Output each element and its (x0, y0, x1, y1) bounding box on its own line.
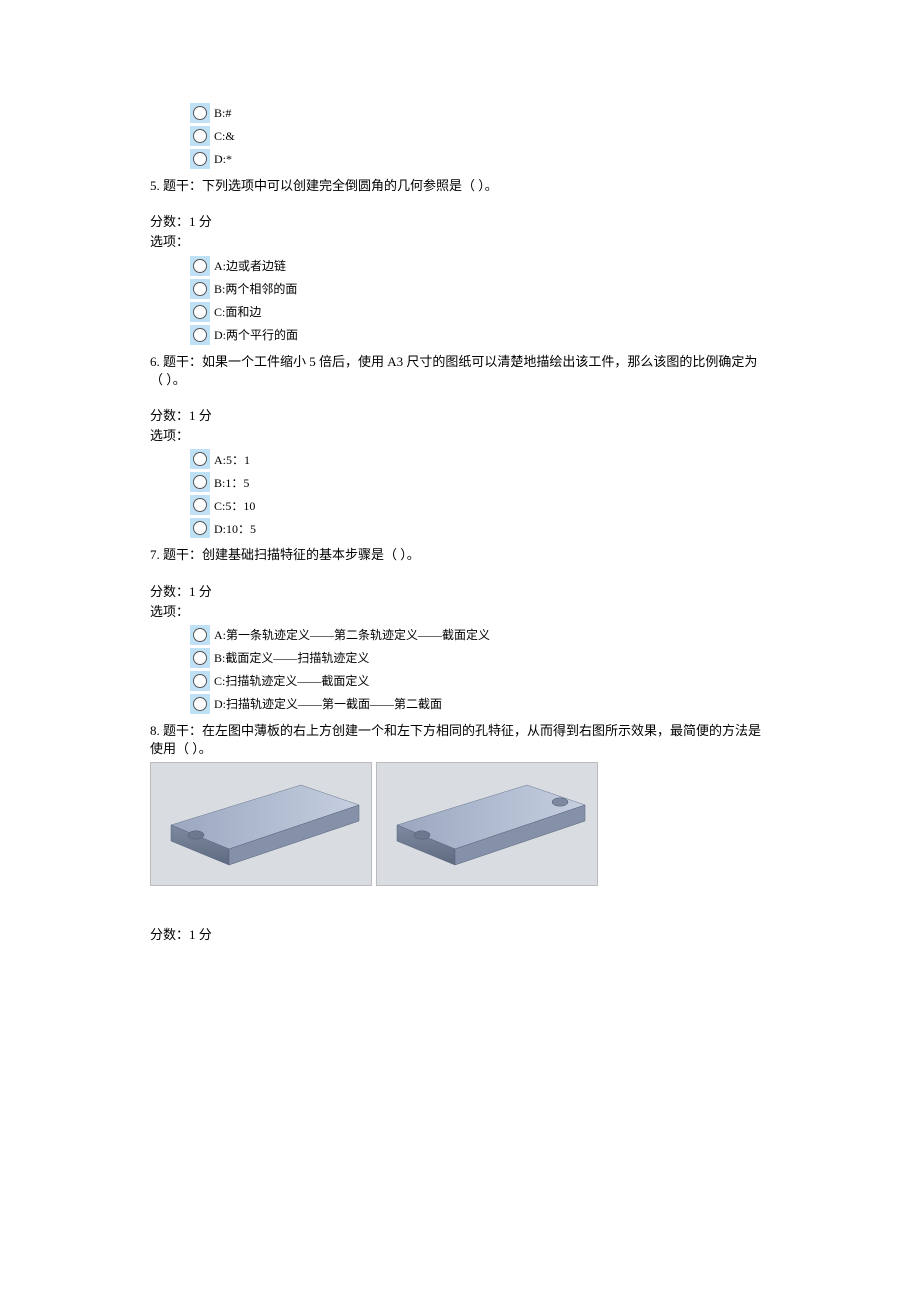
option-label: B:两个相邻的面 (214, 281, 297, 299)
option-label: A:第一条轨迹定义——第二条轨迹定义——截面定义 (214, 627, 490, 645)
option-label: C:面和边 (214, 304, 261, 322)
option-label: C:& (214, 128, 235, 146)
option-label: A:5：1 (214, 452, 250, 470)
radio-icon[interactable] (190, 302, 210, 322)
option-row: C:扫描轨迹定义——截面定义 (190, 671, 770, 691)
q8-figure-row (150, 762, 770, 886)
option-row: D:两个平行的面 (190, 325, 770, 345)
radio-icon[interactable] (190, 149, 210, 169)
radio-icon[interactable] (190, 472, 210, 492)
q7-options: A:第一条轨迹定义——第二条轨迹定义——截面定义 B:截面定义——扫描轨迹定义 … (150, 625, 770, 714)
q6-stem: 6. 题干：如果一个工件缩小 5 倍后，使用 A3 尺寸的图纸可以清楚地描绘出该… (150, 353, 770, 389)
option-row: D:扫描轨迹定义——第一截面——第二截面 (190, 694, 770, 714)
radio-icon[interactable] (190, 256, 210, 276)
option-row: C:& (190, 126, 770, 146)
option-row: B:# (190, 103, 770, 123)
option-row: A:边或者边链 (190, 256, 770, 276)
radio-icon[interactable] (190, 495, 210, 515)
option-row: C:5：10 (190, 495, 770, 515)
q6-score: 分数：1 分 (150, 407, 770, 425)
option-row: D:10：5 (190, 518, 770, 538)
q8-figure-right (376, 762, 598, 886)
q5-stem: 5. 题干：下列选项中可以创建完全倒圆角的几何参照是（ ）。 (150, 177, 770, 195)
radio-icon[interactable] (190, 449, 210, 469)
plate-right-svg (377, 763, 597, 885)
q6-options: A:5：1 B:1：5 C:5：10 D:10：5 (150, 449, 770, 538)
option-label: D:10：5 (214, 521, 256, 539)
radio-icon[interactable] (190, 325, 210, 345)
option-row: B:1：5 (190, 472, 770, 492)
option-label: D:* (214, 151, 232, 169)
q5-score: 分数：1 分 (150, 213, 770, 231)
option-label: D:两个平行的面 (214, 327, 298, 345)
option-row: A:第一条轨迹定义——第二条轨迹定义——截面定义 (190, 625, 770, 645)
option-label: D:扫描轨迹定义——第一截面——第二截面 (214, 696, 442, 714)
option-label: B:# (214, 105, 231, 123)
radio-icon[interactable] (190, 694, 210, 714)
plate-left-svg (151, 763, 371, 885)
q7-stem: 7. 题干：创建基础扫描特征的基本步骤是（ ）。 (150, 546, 770, 564)
q7-options-header: 选项： (150, 603, 770, 621)
radio-icon[interactable] (190, 671, 210, 691)
radio-icon[interactable] (190, 103, 210, 123)
radio-icon[interactable] (190, 518, 210, 538)
radio-icon[interactable] (190, 648, 210, 668)
q8-figure-left (150, 762, 372, 886)
q7-score: 分数：1 分 (150, 583, 770, 601)
option-label: B:截面定义——扫描轨迹定义 (214, 650, 369, 668)
option-row: B:两个相邻的面 (190, 279, 770, 299)
q8-stem: 8. 题干：在左图中薄板的右上方创建一个和左下方相同的孔特征，从而得到右图所示效… (150, 722, 770, 758)
option-row: A:5：1 (190, 449, 770, 469)
q8-score: 分数：1 分 (150, 926, 770, 944)
orphan-options-block: B:# C:& D:* (150, 103, 770, 169)
option-label: C:扫描轨迹定义——截面定义 (214, 673, 369, 691)
radio-icon[interactable] (190, 279, 210, 299)
option-row: C:面和边 (190, 302, 770, 322)
option-label: C:5：10 (214, 498, 255, 516)
option-row: D:* (190, 149, 770, 169)
radio-icon[interactable] (190, 126, 210, 146)
q6-options-header: 选项： (150, 427, 770, 445)
q5-options-header: 选项： (150, 233, 770, 251)
radio-icon[interactable] (190, 625, 210, 645)
option-row: B:截面定义——扫描轨迹定义 (190, 648, 770, 668)
option-label: A:边或者边链 (214, 258, 286, 276)
option-label: B:1：5 (214, 475, 249, 493)
q5-options: A:边或者边链 B:两个相邻的面 C:面和边 D:两个平行的面 (150, 256, 770, 345)
